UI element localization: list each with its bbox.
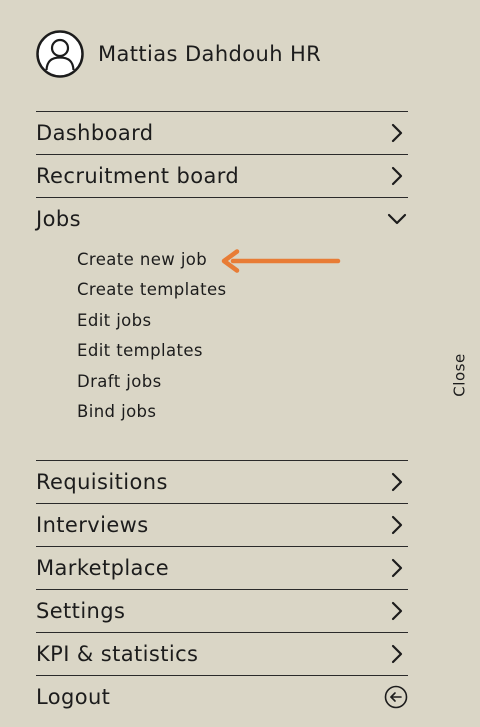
submenu-create-templates[interactable]: Create templates [77,277,227,307]
nav-label-kpi-statistics: KPI & statistics [36,642,199,666]
close-label: Close [451,353,469,397]
nav-item-recruitment-board[interactable]: Recruitment board [36,154,408,197]
nav-item-interviews[interactable]: Interviews [36,503,408,546]
user-profile[interactable]: Mattias Dahdouh HR [36,30,321,78]
nav-label-settings: Settings [36,599,126,623]
nav-label-interviews: Interviews [36,513,149,537]
nav-label-marketplace: Marketplace [36,556,170,580]
nav-label-logout: Logout [36,685,111,709]
submenu-draft-jobs[interactable]: Draft jobs [77,369,227,399]
nav-item-jobs[interactable]: Jobs [36,197,408,240]
annotation-arrow-icon [221,249,341,273]
submenu-create-new-job[interactable]: Create new job [77,247,227,277]
nav-item-kpi-statistics[interactable]: KPI & statistics [36,632,408,675]
chevron-right-icon [391,601,403,621]
nav-item-settings[interactable]: Settings [36,589,408,632]
nav-label-recruitment-board: Recruitment board [36,164,240,188]
nav-label-dashboard: Dashboard [36,121,154,145]
submenu-edit-jobs[interactable]: Edit jobs [77,308,227,338]
chevron-right-icon [391,644,403,664]
chevron-down-icon [387,213,407,225]
chevron-right-icon [391,515,403,535]
nav-item-logout[interactable]: Logout [36,675,408,718]
submenu-bind-jobs[interactable]: Bind jobs [77,399,227,429]
nav-item-dashboard[interactable]: Dashboard [36,111,408,154]
nav-label-requisitions: Requisitions [36,470,168,494]
chevron-right-icon [391,472,403,492]
jobs-submenu: Create new job Create templates Edit job… [77,247,227,429]
nav-label-jobs: Jobs [36,207,81,231]
submenu-edit-templates[interactable]: Edit templates [77,338,227,368]
chevron-right-icon [391,558,403,578]
nav-item-requisitions[interactable]: Requisitions [36,460,408,503]
chevron-right-icon [391,166,403,186]
logout-arrow-icon [384,685,408,709]
nav-item-marketplace[interactable]: Marketplace [36,546,408,589]
chevron-right-icon [391,123,403,143]
user-avatar-icon [36,30,84,78]
close-button[interactable]: Close [447,345,473,405]
user-name: Mattias Dahdouh HR [98,42,322,66]
